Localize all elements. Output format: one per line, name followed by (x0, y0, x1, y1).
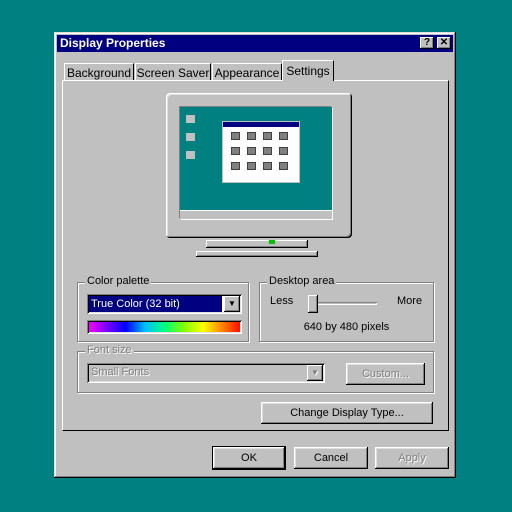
close-icon[interactable]: ✕ (437, 37, 451, 49)
display-properties-dialog: Display Properties ? ✕ Background Screen… (54, 32, 456, 478)
dropdown-arrow-icon[interactable]: ▼ (224, 296, 240, 312)
monitor-screen-preview (180, 107, 332, 219)
change-display-type-button[interactable]: Change Display Type... (261, 402, 433, 424)
mini-desktop-icon (186, 133, 195, 141)
settings-panel: Color palette True Color (32 bit) ▼ Desk… (62, 80, 449, 431)
color-palette-group: Color palette True Color (32 bit) ▼ (77, 275, 249, 342)
mini-desktop-icon (186, 151, 195, 159)
tab-screen-saver[interactable]: Screen Saver (135, 63, 211, 81)
mini-window (222, 121, 300, 183)
resolution-slider-thumb[interactable] (308, 295, 318, 313)
monitor-stand (206, 240, 308, 248)
monitor-base (196, 251, 318, 257)
cancel-button[interactable]: Cancel (294, 447, 368, 469)
dropdown-arrow-icon[interactable]: ▼ (307, 365, 323, 381)
color-spectrum-bar (87, 320, 242, 334)
tab-settings[interactable]: Settings (282, 60, 334, 81)
monitor-power-led (269, 240, 275, 244)
font-size-label: Font size (85, 344, 134, 356)
less-label: Less (270, 295, 294, 307)
tab-background[interactable]: Background (64, 63, 134, 81)
tab-appearance[interactable]: Appearance (212, 63, 282, 81)
mini-desktop-icon (186, 115, 195, 123)
mini-taskbar (180, 210, 332, 219)
desktop-area-label: Desktop area (267, 275, 337, 287)
apply-button[interactable]: Apply (375, 447, 449, 469)
more-label: More (397, 295, 423, 307)
title-bar[interactable]: Display Properties ? ✕ (57, 35, 453, 52)
color-palette-label: Color palette (85, 275, 152, 287)
font-size-select[interactable]: Small Fonts ▼ (87, 363, 325, 383)
font-size-group: Font size Small Fonts ▼ Custom... (77, 344, 434, 393)
window-title: Display Properties (60, 36, 166, 50)
ok-button[interactable]: OK (212, 446, 286, 470)
color-palette-select[interactable]: True Color (32 bit) ▼ (87, 294, 242, 314)
resolution-slider-track[interactable] (311, 302, 377, 305)
monitor-icon (166, 93, 352, 238)
color-palette-selected: True Color (32 bit) (89, 296, 222, 312)
custom-button[interactable]: Custom... (346, 363, 425, 385)
font-size-selected: Small Fonts (91, 366, 150, 378)
help-icon[interactable]: ? (420, 37, 434, 49)
desktop-area-group: Desktop area Less More 640 by 480 pixels (259, 275, 434, 342)
resolution-text: 640 by 480 pixels (303, 321, 390, 333)
